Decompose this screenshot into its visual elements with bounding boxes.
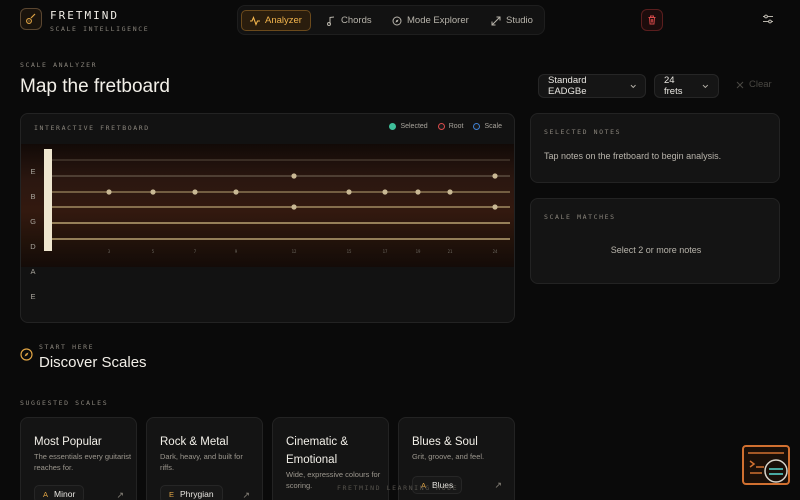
sliders-icon[interactable]	[762, 13, 774, 25]
chevron-down-icon	[630, 84, 636, 88]
scale-card-title: Cinematic & Emotional	[286, 436, 348, 466]
trash-icon	[648, 15, 656, 25]
fret-number: 19	[416, 249, 421, 254]
guitar-icon	[26, 13, 36, 24]
tab-mode-explorer-label: Mode Explorer	[407, 15, 469, 26]
brand-name: FRETMIND	[50, 9, 119, 22]
chat-bot-icon	[748, 452, 788, 483]
scale-tag[interactable]: E Phrygian	[160, 485, 223, 500]
logo[interactable]	[20, 8, 42, 30]
assistant-widget[interactable]	[742, 445, 790, 485]
selected-notes-title: SELECTED NOTES	[544, 128, 622, 136]
fret-inlay	[291, 204, 297, 210]
fret-inlay	[492, 173, 498, 179]
scale-tag-name: Phrygian	[180, 489, 214, 499]
selected-notes-message: Tap notes on the fretboard to begin anal…	[544, 151, 722, 161]
scale-tag[interactable]: A Minor	[34, 485, 85, 500]
compass-icon	[392, 16, 402, 25]
page-eyebrow: SCALE ANALYZER	[20, 61, 98, 69]
fret-number: 3	[108, 249, 111, 254]
expand-icon	[491, 16, 501, 25]
tuning-select[interactable]: Standard EADGBe	[538, 74, 646, 98]
scale-card-desc: Dark, heavy, and built for riffs.	[160, 452, 243, 472]
frets-select-value: 24 frets	[664, 75, 683, 97]
fret-inlay	[106, 189, 112, 195]
fret-inlay	[346, 189, 352, 195]
scale-tag-root: E	[169, 489, 175, 499]
main-nav: Analyzer Chords Mode Explorer Studio	[237, 5, 545, 35]
arrow-up-right-icon[interactable]: ↗	[116, 490, 124, 500]
chevron-down-icon	[702, 84, 709, 88]
scale-tag-root: A	[43, 489, 49, 499]
fret-inlay	[291, 173, 297, 179]
brand-tagline: SCALE INTELLIGENCE	[50, 25, 150, 33]
fret-number: 21	[448, 249, 453, 254]
scale-card-title: Most Popular	[34, 436, 102, 448]
app-header: FRETMIND SCALE INTELLIGENCE Analyzer Cho…	[0, 0, 800, 40]
arrow-up-right-icon[interactable]: ↗	[494, 480, 502, 491]
scale-matches-card: SCALE MATCHES Select 2 or more notes	[530, 198, 780, 284]
fret-number: 15	[347, 249, 352, 254]
discover-title: Discover Scales	[39, 354, 147, 371]
scale-card-rock-metal[interactable]: Rock & Metal Dark, heavy, and built for …	[146, 417, 263, 500]
fret-inlay	[192, 189, 198, 195]
scale-tag-name: Minor	[54, 489, 76, 499]
delete-button[interactable]	[641, 9, 663, 31]
string-label: D	[30, 242, 36, 251]
clear-button-label: Clear	[749, 79, 772, 90]
clear-button[interactable]: Clear	[736, 79, 772, 90]
string-label: G	[30, 217, 36, 226]
scale-card-title: Rock & Metal	[160, 436, 229, 448]
page-title: Map the fretboard	[20, 76, 170, 97]
fret-inlay	[447, 189, 453, 195]
string-label: E	[30, 292, 36, 301]
tab-studio[interactable]: Studio	[483, 10, 541, 31]
fret-inlay	[382, 189, 388, 195]
tuning-select-value: Standard EADGBe	[548, 75, 587, 97]
scale-card-title: Blues & Soul	[412, 436, 478, 448]
fret-inlay	[492, 204, 498, 210]
music-note-icon	[327, 16, 335, 26]
fret-inlay	[150, 189, 156, 195]
arrow-up-right-icon[interactable]: ↗	[242, 490, 250, 500]
tab-analyzer-label: Analyzer	[265, 15, 302, 26]
string-label: A	[30, 267, 36, 276]
fret-number: 12	[292, 249, 297, 254]
tab-mode-explorer[interactable]: Mode Explorer	[384, 10, 477, 31]
tab-analyzer[interactable]: Analyzer	[241, 10, 311, 31]
compass-icon	[20, 348, 33, 361]
scale-matches-message: Select 2 or more notes	[610, 245, 702, 255]
fret-inlay	[415, 189, 421, 195]
scale-matches-title: SCALE MATCHES	[544, 213, 616, 221]
footer-label: FRETMIND LEARNING MODE	[337, 484, 459, 492]
fretboard-card: INTERACTIVE FRETBOARD Selected Root Scal…	[20, 113, 515, 323]
fret-number: 24	[493, 249, 498, 254]
start-here-label: START HERE	[39, 343, 95, 351]
nut	[44, 149, 52, 251]
frets-select[interactable]: 24 frets	[654, 74, 719, 98]
fret-number: 5	[152, 249, 155, 254]
tab-chords-label: Chords	[341, 15, 372, 26]
fret-number: 17	[383, 249, 388, 254]
scale-card-desc: Grit, groove, and feel.	[412, 452, 485, 461]
suggested-scales-label: SUGGESTED SCALES	[20, 399, 109, 407]
fretboard-grid[interactable]: 3 5 7 9 12 15 17 19 21 24	[21, 114, 515, 323]
scale-card-desc: The essentials every guitarist reaches f…	[34, 452, 132, 472]
scale-card-most-popular[interactable]: Most Popular The essentials every guitar…	[20, 417, 137, 500]
waveform-icon	[250, 15, 260, 26]
selected-notes-card: SELECTED NOTES Tap notes on the fretboar…	[530, 113, 780, 183]
tab-chords[interactable]: Chords	[318, 10, 380, 31]
fret-inlay	[233, 189, 239, 195]
string-label: B	[30, 192, 36, 201]
string-label: E	[30, 167, 36, 176]
fret-number: 9	[235, 249, 238, 254]
fret-number: 7	[194, 249, 197, 254]
close-icon	[736, 81, 744, 88]
tab-studio-label: Studio	[506, 15, 533, 26]
